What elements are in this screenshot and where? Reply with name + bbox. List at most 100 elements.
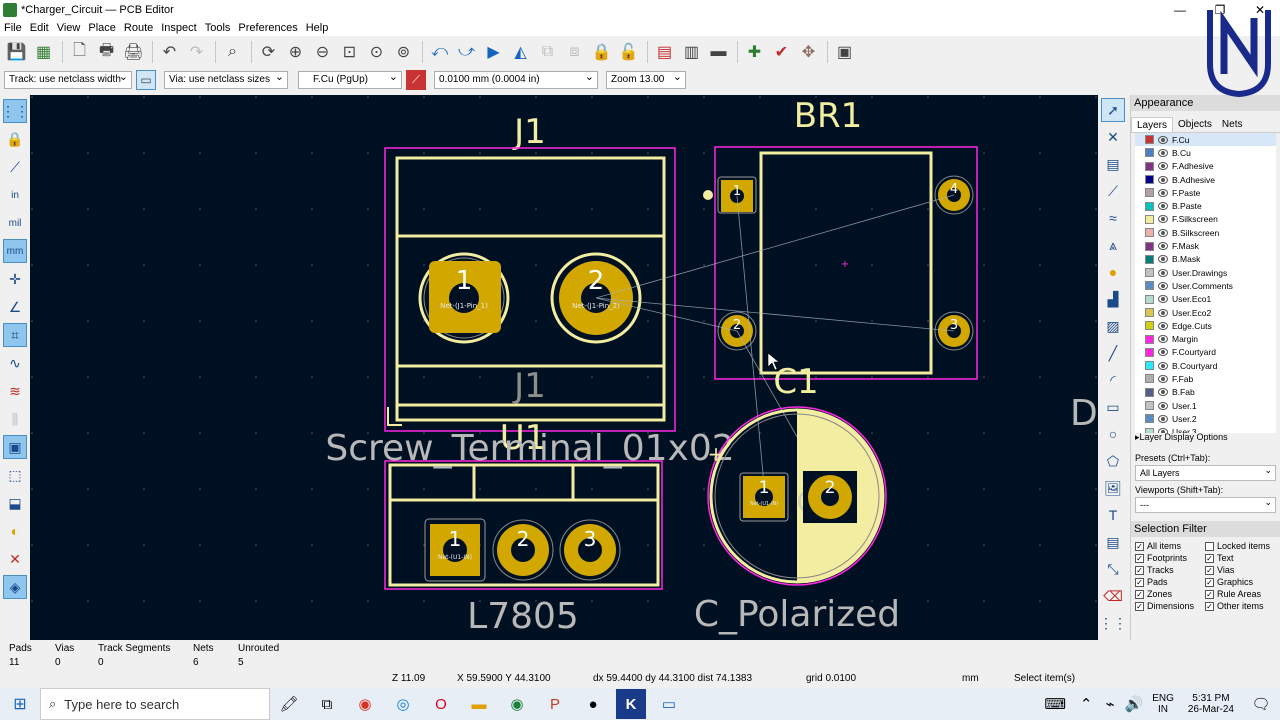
set-origin-icon[interactable]: ⋮⋮ <box>1099 611 1127 635</box>
print-icon[interactable]: 🖶 <box>94 40 119 65</box>
layer-color-swatch[interactable] <box>1145 321 1154 331</box>
filter-checkbox[interactable]: ✓ Dimensions <box>1135 601 1205 611</box>
group-icon[interactable]: ⧉ <box>535 40 560 65</box>
redo-icon[interactable]: ↷ <box>184 40 209 65</box>
visibility-eye-icon[interactable] <box>1158 202 1168 211</box>
layer-color-swatch[interactable] <box>1145 347 1154 357</box>
undo-icon[interactable]: ↶ <box>157 40 182 65</box>
filter-checkbox[interactable]: ✓ All items <box>1135 541 1205 551</box>
filter-checkbox[interactable]: ✓ Other items <box>1205 601 1275 611</box>
keyboard-icon[interactable]: ⌨ <box>1040 689 1070 719</box>
presets-select[interactable]: All Layers <box>1135 463 1276 481</box>
zoom-in-icon[interactable]: ⊕ <box>283 40 308 65</box>
add-rule-area-icon[interactable]: ▨ <box>1101 314 1125 338</box>
language-indicator[interactable]: ENG IN <box>1152 693 1174 715</box>
visibility-eye-icon[interactable] <box>1158 295 1168 304</box>
layer-list[interactable]: F.Cu B.Cu F.Adhesive B.Adhesive F.Paste B.Pas… <box>1135 133 1276 433</box>
visibility-eye-icon[interactable] <box>1158 175 1168 184</box>
viewports-select[interactable]: --- <box>1135 495 1276 513</box>
volume-icon[interactable]: 🔊 <box>1125 689 1144 719</box>
zoom-selection-icon[interactable]: ⊚ <box>391 40 416 65</box>
zone-fill-icon[interactable]: ≋ <box>3 379 27 403</box>
via-size-select[interactable]: Via: use netclass sizes <box>164 69 288 89</box>
filter-checkbox[interactable]: ✓ Pads <box>1135 577 1205 587</box>
layer-row[interactable]: B.Silkscreen <box>1135 226 1276 239</box>
layer-color-swatch[interactable] <box>1145 148 1154 158</box>
add-zone-icon[interactable]: ▟ <box>1101 287 1125 311</box>
grid-select[interactable]: 0.0100 mm (0.0004 in) <box>434 69 598 89</box>
tab-layers[interactable]: Layers <box>1131 117 1174 132</box>
visibility-eye-icon[interactable] <box>1158 374 1168 383</box>
visibility-eye-icon[interactable] <box>1158 148 1168 157</box>
layer-color-swatch[interactable] <box>1145 254 1154 264</box>
menu-inspect[interactable]: Inspect <box>157 20 200 36</box>
notifications-icon[interactable]: 🗨 <box>1246 689 1276 719</box>
layer-row[interactable]: B.Adhesive <box>1135 173 1276 186</box>
zoom-out-icon[interactable]: ⊖ <box>310 40 335 65</box>
drc-icon[interactable]: ✔ <box>769 40 794 65</box>
obs-icon[interactable]: ● <box>578 689 608 719</box>
layer-color-swatch[interactable] <box>1145 281 1154 291</box>
tab-objects[interactable]: Objects <box>1173 117 1217 132</box>
track-outline-icon[interactable]: ⬓ <box>3 491 27 515</box>
filter-checkbox[interactable]: ✓ Footprints <box>1135 553 1205 563</box>
delete-tool-icon[interactable]: ⌫ <box>1101 584 1125 608</box>
place-footprint-icon[interactable]: ▤ <box>1101 152 1125 176</box>
visibility-eye-icon[interactable] <box>1158 348 1168 357</box>
flip-icon[interactable]: ▶ <box>481 40 506 65</box>
visibility-eye-icon[interactable] <box>1158 321 1168 330</box>
mil-units-icon[interactable]: mil <box>3 211 27 235</box>
route-track-icon[interactable]: ⟋ <box>1101 179 1125 203</box>
layer-row[interactable]: F.Paste <box>1135 186 1276 199</box>
pcb-editor-icon[interactable]: ▭ <box>654 689 684 719</box>
layer-color-swatch[interactable] <box>1145 201 1154 211</box>
layer-color-swatch[interactable] <box>1145 361 1154 371</box>
filter-checkbox[interactable]: ✓ Text <box>1205 553 1275 563</box>
layer-color-swatch[interactable] <box>1145 228 1154 238</box>
visibility-eye-icon[interactable] <box>1158 162 1168 171</box>
route-diff-pair-icon[interactable]: ≈ <box>1101 206 1125 230</box>
layer-color-swatch[interactable] <box>1145 294 1154 304</box>
menu-help[interactable]: Help <box>302 20 333 36</box>
refresh-icon[interactable]: ⟳ <box>256 40 281 65</box>
minimize-button[interactable]: — <box>1160 0 1200 20</box>
add-dimension-icon[interactable]: ⤡ <box>1101 557 1125 581</box>
filter-checkbox[interactable]: ✓ Vias <box>1205 565 1275 575</box>
visibility-eye-icon[interactable] <box>1158 414 1168 423</box>
tune-length-icon[interactable]: ⩓ <box>1101 233 1125 257</box>
ratsnest-icon[interactable]: ⟋ <box>3 155 27 179</box>
layer-row[interactable]: User.3 <box>1135 426 1276 433</box>
layer-row[interactable]: F.Courtyard <box>1135 346 1276 359</box>
filter-checkbox[interactable]: Locked items <box>1205 541 1275 551</box>
net-highlight-icon[interactable]: ✕ <box>3 547 27 571</box>
menu-edit[interactable]: Edit <box>26 20 53 36</box>
layer-row[interactable]: Margin <box>1135 332 1276 345</box>
layer-row[interactable]: User.Drawings <box>1135 266 1276 279</box>
draw-arc-icon[interactable]: ◜ <box>1101 368 1125 392</box>
filter-checkbox[interactable]: ✓ Graphics <box>1205 577 1275 587</box>
polar-coords-icon[interactable]: ∠ <box>3 295 27 319</box>
layer-color-swatch[interactable] <box>1145 214 1154 224</box>
layer-color-swatch[interactable] <box>1145 374 1154 384</box>
layer-color-swatch[interactable] <box>1145 334 1154 344</box>
rotate-ccw-icon[interactable]: ⤺ <box>427 40 452 65</box>
filter-checkbox[interactable]: ✓ Tracks <box>1135 565 1205 575</box>
show-ratsnest-icon[interactable]: ⌗ <box>3 323 27 347</box>
plot-icon[interactable]: 🖨 <box>121 40 146 65</box>
board-setup-icon[interactable]: ▦ <box>31 40 56 65</box>
menu-preferences[interactable]: Preferences <box>234 20 301 36</box>
draw-polygon-icon[interactable]: ⬠ <box>1101 449 1125 473</box>
network-icon[interactable]: ⌁ <box>1102 689 1118 719</box>
layer-color-swatch[interactable] <box>1145 188 1154 198</box>
file-explorer-icon[interactable]: ▬ <box>464 689 494 719</box>
chrome-profile-icon[interactable]: ◉ <box>502 689 532 719</box>
netlist-icon[interactable]: ▤ <box>652 40 677 65</box>
layer-row[interactable]: User.Eco1 <box>1135 293 1276 306</box>
draw-circle-icon[interactable]: ○ <box>1101 422 1125 446</box>
rotate-cw-icon[interactable]: ⤻ <box>454 40 479 65</box>
taskbar-search[interactable]: ⌕ Type here to search <box>40 688 270 720</box>
menu-place[interactable]: Place <box>84 20 120 36</box>
local-ratsnest-icon[interactable]: ✕ <box>1101 125 1125 149</box>
high-contrast-icon[interactable]: ◐ <box>3 519 27 543</box>
opera-icon[interactable]: O <box>426 689 456 719</box>
